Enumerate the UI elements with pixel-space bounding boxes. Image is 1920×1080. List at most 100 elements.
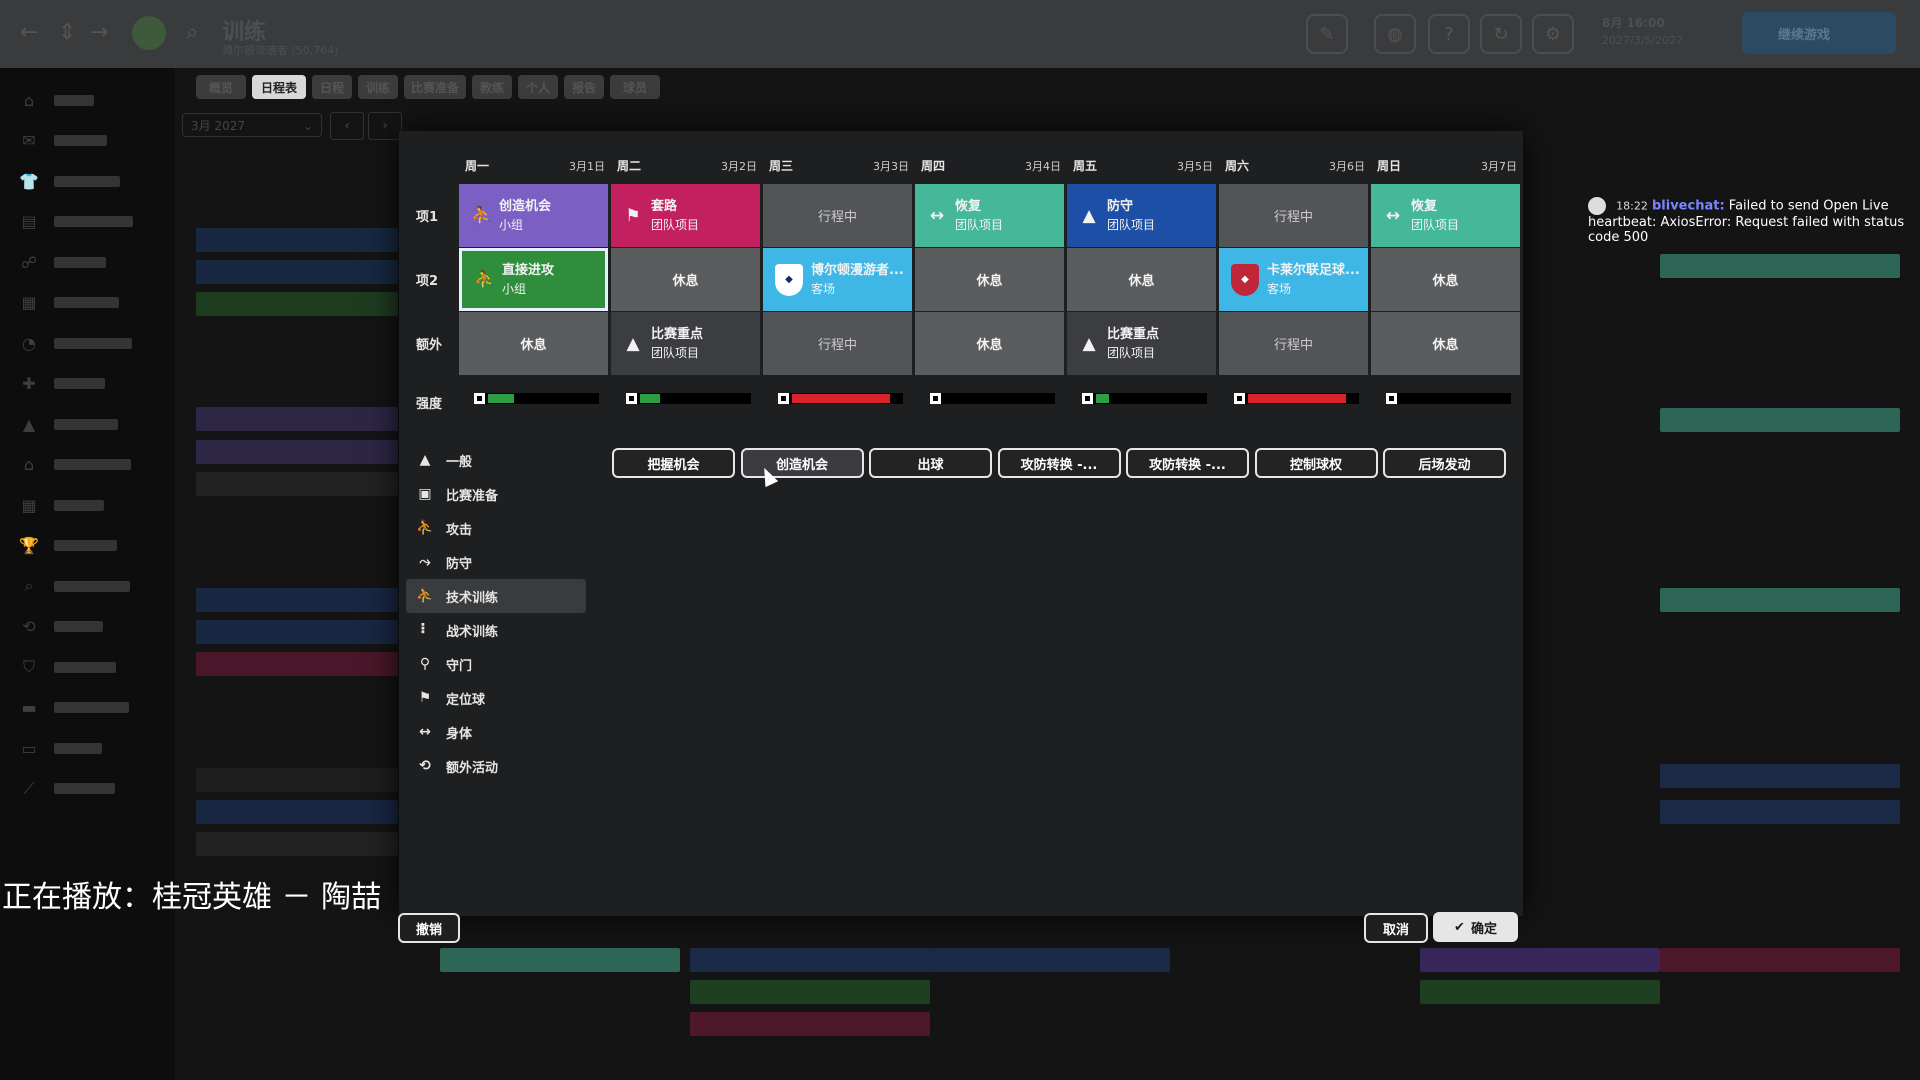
match-cell[interactable]: ◆ 博尔顿漫游者... 客场 [763, 248, 912, 311]
tab-1[interactable]: 日程表 [252, 75, 306, 99]
prev-month-button[interactable]: ‹ [330, 112, 364, 140]
session-option[interactable]: 控制球权 [1254, 448, 1378, 478]
sidebar-label-placeholder [54, 580, 130, 592]
session-option[interactable]: 把握机会 [612, 448, 735, 478]
sidebar-item[interactable]: ▭ [18, 734, 158, 762]
session-option[interactable]: 攻防转换 -... [1126, 448, 1249, 478]
club-crest-icon[interactable] [132, 16, 166, 50]
sidebar-item[interactable]: ⌂ [18, 451, 158, 479]
sidebar-item[interactable]: 👕 [18, 167, 158, 195]
tab-5[interactable]: 教练 [472, 75, 512, 99]
cell-title: 休息 [672, 274, 699, 289]
confirm-button[interactable]: ✔ 确定 [1433, 912, 1518, 942]
travel-cell[interactable]: 行程中 [1219, 312, 1368, 375]
training-session-cell[interactable]: ▲ 防守 团队项目 [1067, 184, 1216, 247]
rest-cell[interactable]: 休息 [459, 312, 608, 375]
settings-button[interactable]: ⚙ [1532, 14, 1574, 54]
rest-cell[interactable]: 休息 [915, 248, 1064, 311]
training-session-cell[interactable]: ⛹ 直接进攻 小组 [459, 248, 608, 311]
sidebar-label-placeholder [54, 459, 131, 470]
refresh-button[interactable]: ↻ [1480, 14, 1522, 54]
cancel-button[interactable]: 取消 [1364, 913, 1428, 943]
category-attack[interactable]: ⛹ 攻击 [406, 511, 586, 545]
background-session-block [1420, 948, 1660, 972]
undo-button[interactable]: 撤销 [398, 913, 460, 943]
match-cell[interactable]: ◆ 卡莱尔联足球... 客场 [1219, 248, 1368, 311]
day-date: 3月5日 [1177, 160, 1213, 173]
training-session-cell[interactable]: ↔ 恢复 团队项目 [915, 184, 1064, 247]
category-defence[interactable]: ⤳ 防守 [406, 545, 586, 579]
session-option[interactable]: 出球 [869, 448, 992, 478]
background-session-block [1420, 980, 1660, 1004]
travel-cell[interactable]: 行程中 [763, 184, 912, 247]
back-icon[interactable]: ← [20, 20, 38, 45]
travel-cell[interactable]: 行程中 [763, 312, 912, 375]
forward-icon[interactable]: → [90, 20, 108, 45]
sidebar-item[interactable]: ☍ [18, 248, 158, 276]
next-month-button[interactable]: › [368, 112, 402, 140]
edit-button[interactable]: ✎ [1306, 14, 1348, 54]
tab-0[interactable]: 概览 [196, 75, 246, 99]
session-option[interactable]: 后场发动 [1383, 448, 1506, 478]
sidebar-item[interactable]: ⟋ [18, 775, 158, 803]
day-name: 周二 [617, 159, 642, 173]
sidebar-item[interactable]: ◔ [18, 329, 158, 357]
category-goalkeeping[interactable]: ⚲ 守门 [406, 647, 586, 681]
intensity-fill [1248, 394, 1346, 403]
day-header: 周三 3月3日 [769, 157, 909, 173]
tab-6[interactable]: 个人 [518, 75, 558, 99]
sidebar-item[interactable]: ⟲ [18, 613, 158, 641]
sidebar-item[interactable]: ⛉ [18, 653, 158, 681]
background-session-block [196, 228, 398, 252]
rest-cell[interactable]: 休息 [1371, 312, 1520, 375]
sidebar-item[interactable]: ⌂ [18, 86, 158, 114]
travel-cell[interactable]: 行程中 [1219, 184, 1368, 247]
globe-button[interactable]: ◍ [1374, 14, 1416, 54]
category-technical[interactable]: ⛹ 技术训练 [406, 579, 586, 613]
tab-3[interactable]: 训练 [358, 75, 398, 99]
category-general[interactable]: ▲ 一般 [406, 443, 586, 477]
game-date-line2: 2027/3/5/2027 [1602, 34, 1684, 47]
sidebar-item[interactable]: ▲ [18, 410, 158, 438]
training-session-cell[interactable]: ↔ 恢复 团队项目 [1371, 184, 1520, 247]
sidebar-item[interactable]: ▦ [18, 491, 158, 519]
training-session-cell[interactable]: ▲ 比赛重点 团队项目 [611, 312, 760, 375]
training-session-cell[interactable]: ▲ 比赛重点 团队项目 [1067, 312, 1216, 375]
category-label: 一般 [446, 454, 473, 470]
up-down-icon[interactable]: ⇕ [58, 20, 76, 45]
background-session-block [196, 260, 398, 284]
rest-cell[interactable]: 休息 [1371, 248, 1520, 311]
cell-text: 套路 团队项目 [651, 197, 699, 235]
general-icon: ▲ [626, 333, 640, 354]
category-set-piece[interactable]: ⚑ 定位球 [406, 681, 586, 715]
sidebar-item[interactable]: ▦ [18, 289, 158, 317]
search-icon[interactable]: ⌕ [186, 20, 198, 45]
sidebar-item[interactable]: ✚ [18, 370, 158, 398]
category-extra[interactable]: ⟲ 额外活动 [406, 749, 586, 783]
sidebar-item[interactable]: ▤ [18, 208, 158, 236]
sidebar-item[interactable]: ▬ [18, 694, 158, 722]
category-match-prep[interactable]: ▣ 比赛准备 [406, 477, 586, 511]
cell-text: 比赛重点 团队项目 [1107, 325, 1159, 363]
sidebar-item[interactable]: ⌕ [18, 572, 158, 600]
tab-2[interactable]: 日程 [312, 75, 352, 99]
sidebar-item[interactable]: 🏆 [18, 532, 158, 560]
tab-7[interactable]: 报告 [564, 75, 604, 99]
rest-cell[interactable]: 休息 [1067, 248, 1216, 311]
help-button[interactable]: ? [1428, 14, 1470, 54]
cell-title: 休息 [1432, 274, 1459, 289]
physical-icon: ↔ [929, 205, 945, 226]
category-physical[interactable]: ↔ 身体 [406, 715, 586, 749]
tab-4[interactable]: 比赛准备 [404, 75, 466, 99]
session-option[interactable]: 攻防转换 -... [997, 448, 1121, 478]
sidebar-label-placeholder [54, 216, 133, 227]
sidebar-item[interactable]: ✉ [18, 127, 158, 155]
month-selector[interactable]: 3月 2027 ⌄ [182, 113, 322, 137]
rest-cell[interactable]: 休息 [611, 248, 760, 311]
training-session-cell[interactable]: ⚑ 套路 团队项目 [611, 184, 760, 247]
category-tactical[interactable]: ⠇ 战术训练 [406, 613, 586, 647]
tab-8[interactable]: 球员 [610, 75, 660, 99]
rest-cell[interactable]: 休息 [915, 312, 1064, 375]
training-session-cell[interactable]: ⛹ 创造机会 小组 [459, 184, 608, 247]
continue-button[interactable]: 继续游戏 [1742, 12, 1896, 54]
